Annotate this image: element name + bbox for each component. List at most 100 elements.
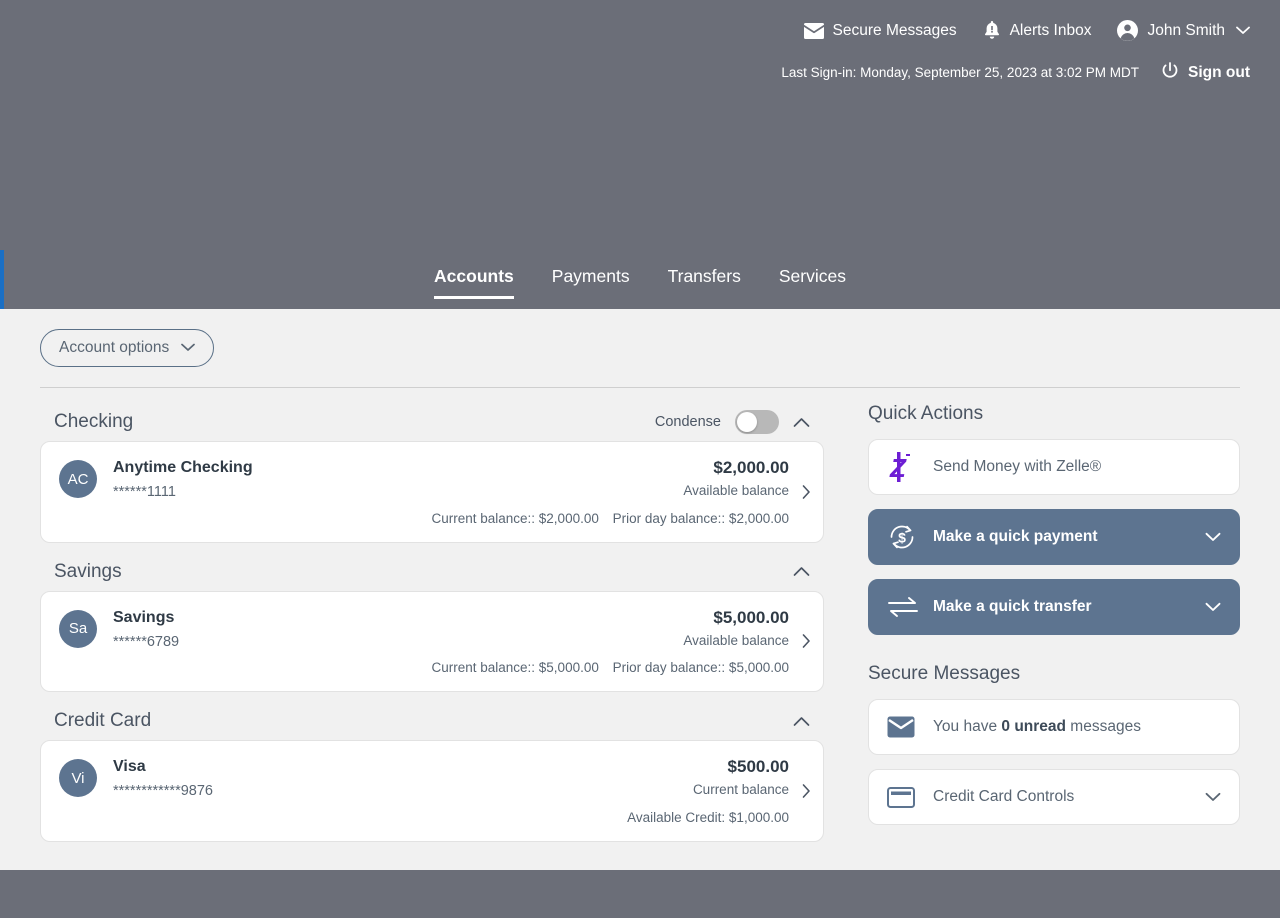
alerts-inbox-label: Alerts Inbox	[1010, 23, 1092, 39]
page-header: Secure Messages Alerts Inbox John Smith …	[0, 0, 1280, 309]
utility-nav: Secure Messages Alerts Inbox John Smith	[804, 20, 1250, 41]
page-body: Account options Checking Condense	[0, 309, 1280, 870]
quick-actions-title: Quick Actions	[868, 403, 1240, 425]
chevron-right-icon[interactable]	[802, 634, 811, 649]
content-area: Checking Condense AC Anytime Checking	[0, 403, 1280, 852]
tab-transfers[interactable]: Transfers	[649, 266, 760, 299]
account-balance-amount: $5,000.00	[683, 608, 789, 628]
send-money-zelle-button[interactable]: Z Send Money with Zelle®	[868, 439, 1240, 495]
tab-accounts[interactable]: Accounts	[415, 266, 533, 299]
chevron-down-icon[interactable]	[1205, 602, 1221, 612]
secure-messages-label: Secure Messages	[833, 23, 957, 39]
condense-label: Condense	[655, 414, 721, 430]
chevron-down-icon	[1236, 26, 1250, 35]
svg-text:$: $	[898, 529, 906, 545]
sign-out-button[interactable]: Sign out	[1161, 62, 1250, 84]
group-title: Credit Card	[54, 710, 151, 732]
account-balance-amount: $500.00	[693, 757, 789, 777]
account-card[interactable]: Vi Visa ************9876 $500.00 Current…	[40, 740, 824, 842]
account-balance-label: Available balance	[683, 634, 789, 648]
collapse-group-button[interactable]	[793, 566, 810, 577]
dollar-refresh-icon: $	[887, 522, 921, 552]
mail-icon	[804, 23, 824, 39]
message-prefix: You have	[933, 718, 1001, 735]
account-card[interactable]: Sa Savings ******6789 $5,000.00 Availabl…	[40, 591, 824, 693]
tab-payments[interactable]: Payments	[533, 266, 649, 299]
section-divider	[40, 387, 1240, 388]
transfer-arrows-icon	[887, 595, 921, 619]
bell-alert-icon	[983, 21, 1001, 40]
tab-services[interactable]: Services	[760, 266, 865, 299]
avatar: Vi	[59, 759, 97, 797]
group-title: Savings	[54, 561, 122, 583]
user-name-label: John Smith	[1147, 23, 1225, 39]
chevron-down-icon[interactable]	[1205, 792, 1221, 802]
secure-messages-title: Secure Messages	[868, 663, 1240, 685]
account-name: Anytime Checking	[113, 458, 253, 478]
user-circle-icon	[1117, 20, 1138, 41]
account-number-mask: ************9876	[113, 784, 213, 799]
power-icon	[1161, 62, 1179, 84]
account-sub-balances: Available Credit: $1,000.00	[59, 810, 789, 825]
toggle-knob	[737, 412, 757, 432]
accounts-column: Checking Condense AC Anytime Checking	[40, 403, 824, 852]
prior-day-balance-text: Prior day balance:: $5,000.00	[613, 660, 789, 675]
group-header: Credit Card	[40, 702, 824, 740]
message-suffix: messages	[1066, 718, 1141, 735]
account-name: Visa	[113, 757, 213, 777]
avatar: AC	[59, 460, 97, 498]
user-menu[interactable]: John Smith	[1117, 20, 1250, 41]
account-group-checking: Checking Condense AC Anytime Checking	[40, 403, 824, 543]
tab-payments-label: Payments	[552, 266, 630, 286]
condense-toggle[interactable]	[735, 410, 779, 434]
account-balance-label: Current balance	[693, 783, 789, 797]
account-balance-amount: $2,000.00	[683, 458, 789, 478]
unread-messages-text: You have 0 unread messages	[933, 718, 1141, 736]
group-header: Checking Condense	[40, 403, 824, 441]
group-title: Checking	[54, 411, 133, 433]
account-card[interactable]: AC Anytime Checking ******1111 $2,000.00…	[40, 441, 824, 543]
credit-card-controls-button[interactable]: Credit Card Controls	[868, 769, 1240, 825]
group-header: Savings	[40, 553, 824, 591]
make-quick-transfer-button[interactable]: Make a quick transfer	[868, 579, 1240, 635]
account-sub-balances: Current balance:: $2,000.00 Prior day ba…	[59, 511, 789, 526]
chevron-right-icon[interactable]	[802, 484, 811, 499]
current-balance-text: Current balance:: $5,000.00	[431, 660, 598, 675]
account-number-mask: ******6789	[113, 635, 179, 650]
make-quick-transfer-label: Make a quick transfer	[933, 598, 1092, 616]
send-money-zelle-label: Send Money with Zelle®	[933, 458, 1101, 476]
mail-icon	[887, 716, 921, 738]
credit-card-controls-label: Credit Card Controls	[933, 788, 1074, 806]
page-footer	[0, 870, 1280, 918]
account-options-label: Account options	[59, 339, 169, 357]
tab-transfers-label: Transfers	[668, 266, 741, 286]
sidebar-column: Quick Actions Z Send Money with Zelle®	[868, 403, 1240, 852]
zelle-logo-icon: Z	[887, 452, 921, 482]
secure-messages-link[interactable]: Secure Messages	[804, 23, 957, 39]
account-number-mask: ******1111	[113, 485, 253, 500]
prior-day-balance-text: Prior day balance:: $2,000.00	[613, 511, 789, 526]
message-count: 0 unread	[1001, 718, 1066, 735]
main-navigation: Accounts Payments Transfers Services	[0, 266, 1280, 309]
make-quick-payment-button[interactable]: $ Make a quick payment	[868, 509, 1240, 565]
account-sub-balances: Current balance:: $5,000.00 Prior day ba…	[59, 660, 789, 675]
collapse-group-button[interactable]	[793, 716, 810, 727]
account-name: Savings	[113, 608, 179, 628]
account-group-credit-card: Credit Card Vi Visa ************9876	[40, 702, 824, 842]
chevron-down-icon	[181, 339, 195, 357]
tab-services-label: Services	[779, 266, 846, 286]
tab-accounts-label: Accounts	[434, 266, 514, 286]
alerts-inbox-link[interactable]: Alerts Inbox	[983, 21, 1092, 40]
chevron-right-icon[interactable]	[802, 783, 811, 798]
make-quick-payment-label: Make a quick payment	[933, 528, 1098, 546]
credit-card-icon	[887, 787, 921, 808]
unread-messages-card[interactable]: You have 0 unread messages	[868, 699, 1240, 755]
available-credit-text: Available Credit: $1,000.00	[627, 810, 789, 825]
account-options-button[interactable]: Account options	[40, 329, 214, 367]
current-balance-text: Current balance:: $2,000.00	[431, 511, 598, 526]
account-balance-label: Available balance	[683, 484, 789, 498]
collapse-group-button[interactable]	[793, 417, 810, 428]
chevron-down-icon[interactable]	[1205, 532, 1221, 542]
last-signin-text: Last Sign-in: Monday, September 25, 2023…	[781, 66, 1139, 80]
avatar: Sa	[59, 610, 97, 648]
